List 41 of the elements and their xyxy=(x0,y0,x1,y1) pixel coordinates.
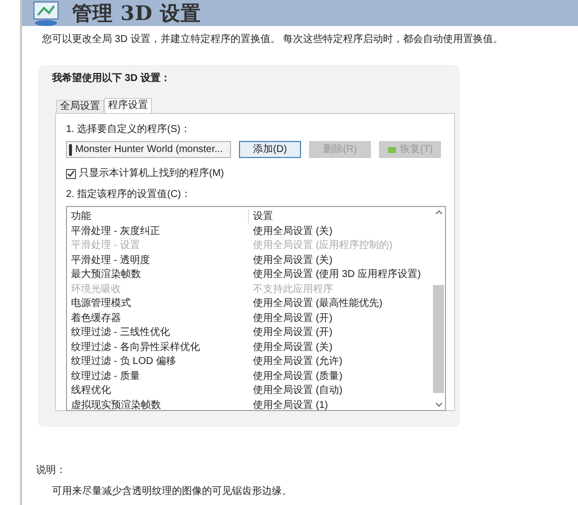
setting-cell[interactable]: 使用全局设置 (允许) xyxy=(249,354,342,370)
feature-cell[interactable]: 平滑处理 - 灰度纠正 xyxy=(71,224,249,239)
feature-cell[interactable]: 电源管理模式 xyxy=(71,296,249,312)
column-header[interactable]: 功能 xyxy=(71,209,249,224)
page-title: 管理 3D 设置 xyxy=(72,0,202,26)
tab[interactable]: 全局设置 xyxy=(56,100,104,113)
feature-cell[interactable]: 着色缓存器 xyxy=(71,310,249,326)
feature-cell[interactable]: 线程优化 xyxy=(71,383,249,398)
field-label: 1. 选择要自定义的程序(S)： xyxy=(66,122,192,137)
tab[interactable]: 程序设置 xyxy=(104,98,152,113)
scrollbar[interactable] xyxy=(432,207,445,410)
setting-cell[interactable]: 使用全局设置 (关) xyxy=(249,224,332,239)
restore-icon xyxy=(387,146,398,154)
checkbox-label[interactable]: 只显示本计算机上找到的程序(M) xyxy=(79,166,224,181)
setting-cell[interactable]: 使用全局设置 (关) xyxy=(249,252,332,268)
feature-cell[interactable]: 纹理过滤 - 三线性优化 xyxy=(71,325,249,340)
feature-cell[interactable]: 纹理过滤 - 各向异性采样优化 xyxy=(71,340,249,355)
setting-cell[interactable]: 使用全局设置 (最高性能优先) xyxy=(249,296,382,312)
monitor-icon xyxy=(32,0,60,26)
setting-cell[interactable]: 使用全局设置 (开) xyxy=(249,325,332,340)
feature-cell[interactable]: 纹理过滤 - 质量 xyxy=(71,368,249,384)
scroll-thumb[interactable] xyxy=(433,285,444,393)
explanation-text: 可用来尽量减少含透明纹理的图像的可见锯齿形边缘。 xyxy=(52,484,293,499)
section-heading: 我希望使用以下 3D 设置： xyxy=(52,72,172,86)
field-label: 2. 指定该程序的设置值(C)： xyxy=(66,188,192,202)
feature-cell[interactable]: 纹理过滤 - 负 LOD 偏移 xyxy=(71,354,249,370)
setting-cell[interactable]: 使用全局设置 (1) xyxy=(249,398,328,413)
feature-cell[interactable]: 平滑处理 - 透明度 xyxy=(71,252,249,268)
setting-cell[interactable]: 使用全局设置 (质量) xyxy=(249,368,342,384)
setting-cell[interactable]: 使用全局设置 (开) xyxy=(249,310,332,326)
description-text: 您可以更改全局 3D 设置，并建立特定程序的置换值。 每次这些特定程序启动时，都会自动使用置换值。 xyxy=(41,32,504,47)
action-button[interactable]: 添加(D) xyxy=(239,141,301,158)
feature-cell[interactable]: 虚拟现实预渲染帧数 xyxy=(71,398,249,413)
setting-cell[interactable]: 使用全局设置 (自动) xyxy=(249,383,342,398)
setting-cell[interactable]: 使用全局设置 (使用 3D 应用程序设置) xyxy=(249,267,421,282)
setting-cell[interactable]: 使用全局设置 (关) xyxy=(249,340,332,355)
checkbox[interactable] xyxy=(66,168,76,178)
feature-cell[interactable]: 最大预渲染帧数 xyxy=(71,267,249,282)
explanation-label: 说明： xyxy=(36,464,67,478)
column-header[interactable]: 设置 xyxy=(249,209,273,224)
program-dropdown[interactable]: Monster Hunter World (monster... xyxy=(66,141,231,158)
